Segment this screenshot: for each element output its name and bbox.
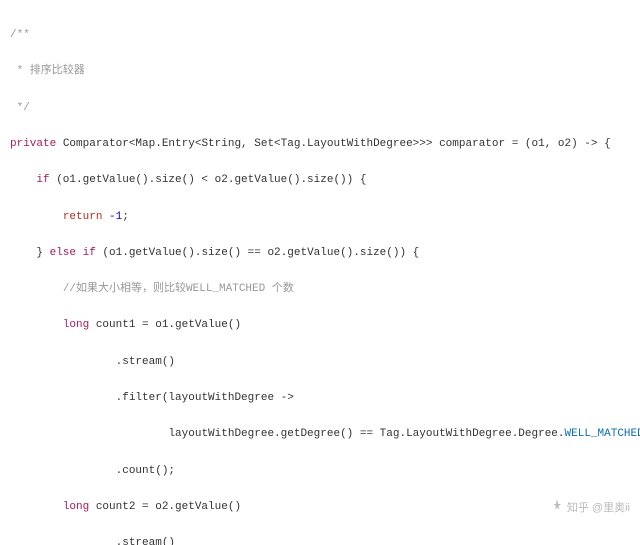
keyword-if: if <box>36 174 49 186</box>
comment: * 排序比较器 <box>10 65 85 77</box>
keyword-else: else <box>50 247 76 259</box>
keyword-return: return <box>63 211 103 223</box>
code-text: .stream() <box>116 537 175 545</box>
semi: ; <box>122 211 129 223</box>
code-text: (o1.getValue().size() == o2.getValue().s… <box>96 247 419 259</box>
code-text: count1 = o1.getValue() <box>89 319 241 331</box>
keyword-if: if <box>83 247 96 259</box>
code-text: layoutWithDegree.getDegree() == Tag.Layo… <box>168 428 564 440</box>
code-text: .count(); <box>116 465 175 477</box>
comment: */ <box>10 102 30 114</box>
zhihu-icon <box>533 481 563 535</box>
code-text: .filter(layoutWithDegree -> <box>116 392 294 404</box>
constant: WELL_MATCHED <box>565 428 640 440</box>
comment: //如果大小相等，则比较WELL_MATCHED 个数 <box>63 283 294 295</box>
keyword-long: long <box>63 501 89 513</box>
watermark: 知乎 @里奥ii <box>533 481 630 535</box>
watermark-text: 知乎 @里奥ii <box>567 499 630 517</box>
code-text: .stream() <box>116 356 175 368</box>
keyword-long: long <box>63 319 89 331</box>
code-text: Comparator<Map.Entry<String, Set<Tag.Lay… <box>56 138 611 150</box>
brace: } <box>36 247 49 259</box>
code-text: count2 = o2.getValue() <box>89 501 241 513</box>
code-text: (o1.getValue().size() < o2.getValue().si… <box>50 174 367 186</box>
comment: /** <box>10 29 30 41</box>
number: -1 <box>109 211 122 223</box>
keyword-private: private <box>10 138 56 150</box>
code-block: /** * 排序比较器 */ private Comparator<Map.En… <box>0 0 640 545</box>
